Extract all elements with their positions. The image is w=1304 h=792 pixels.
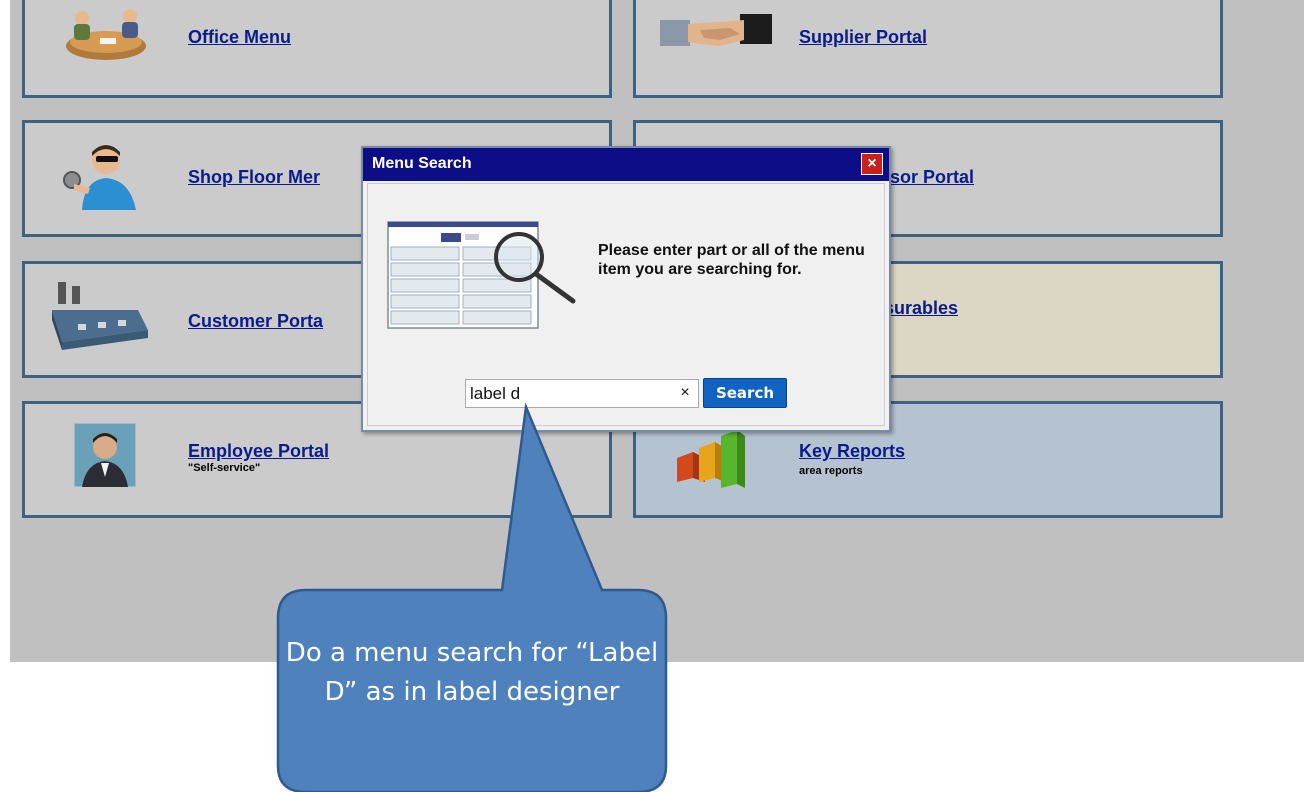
customer-portal-link[interactable]: Customer Porta: [188, 311, 323, 332]
supervisor-portal-link[interactable]: sor Portal: [890, 167, 974, 188]
employee-portal-subtitle: "Self-service": [188, 462, 261, 474]
handshake-icon: [660, 14, 772, 46]
key-reports-link[interactable]: Key Reports: [799, 441, 905, 462]
clear-search-icon[interactable]: ×: [675, 382, 695, 404]
employee-portal-link[interactable]: Employee Portal: [188, 441, 329, 462]
menu-search-input[interactable]: [465, 379, 699, 408]
dialog-message: Please enter part or all of the menu ite…: [598, 242, 865, 278]
callout-text: Do a menu search for “Label D” as in lab…: [285, 638, 659, 707]
employee-avatar-icon: [74, 423, 136, 487]
shop-floor-menu-link[interactable]: Shop Floor Mer: [188, 167, 320, 188]
bar-chart-icon: [677, 430, 745, 488]
worker-gear-icon: [63, 145, 136, 210]
menu-search-magnifier-icon: [387, 221, 576, 329]
close-icon[interactable]: ×: [861, 153, 883, 175]
measurables-link[interactable]: surables: [884, 298, 958, 319]
supplier-portal-link[interactable]: Supplier Portal: [799, 27, 927, 48]
office-menu-link[interactable]: Office Menu: [188, 27, 291, 48]
search-button[interactable]: Search: [703, 378, 787, 408]
office-meeting-icon: [66, 9, 146, 60]
factory-icon: [52, 282, 148, 350]
key-reports-subtitle: area reports: [799, 465, 863, 477]
dialog-title: Menu Search: [372, 155, 472, 172]
dialog-title-bar[interactable]: Menu Search ×: [363, 148, 889, 181]
